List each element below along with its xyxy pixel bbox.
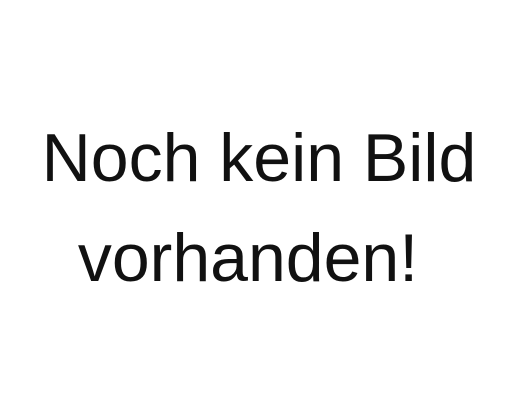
placeholder-text-line-2: vorhanden!: [77, 220, 419, 296]
placeholder-text-line-1: Noch kein Bild: [41, 120, 477, 196]
no-image-placeholder: Noch kein Bild vorhanden!: [0, 0, 512, 410]
